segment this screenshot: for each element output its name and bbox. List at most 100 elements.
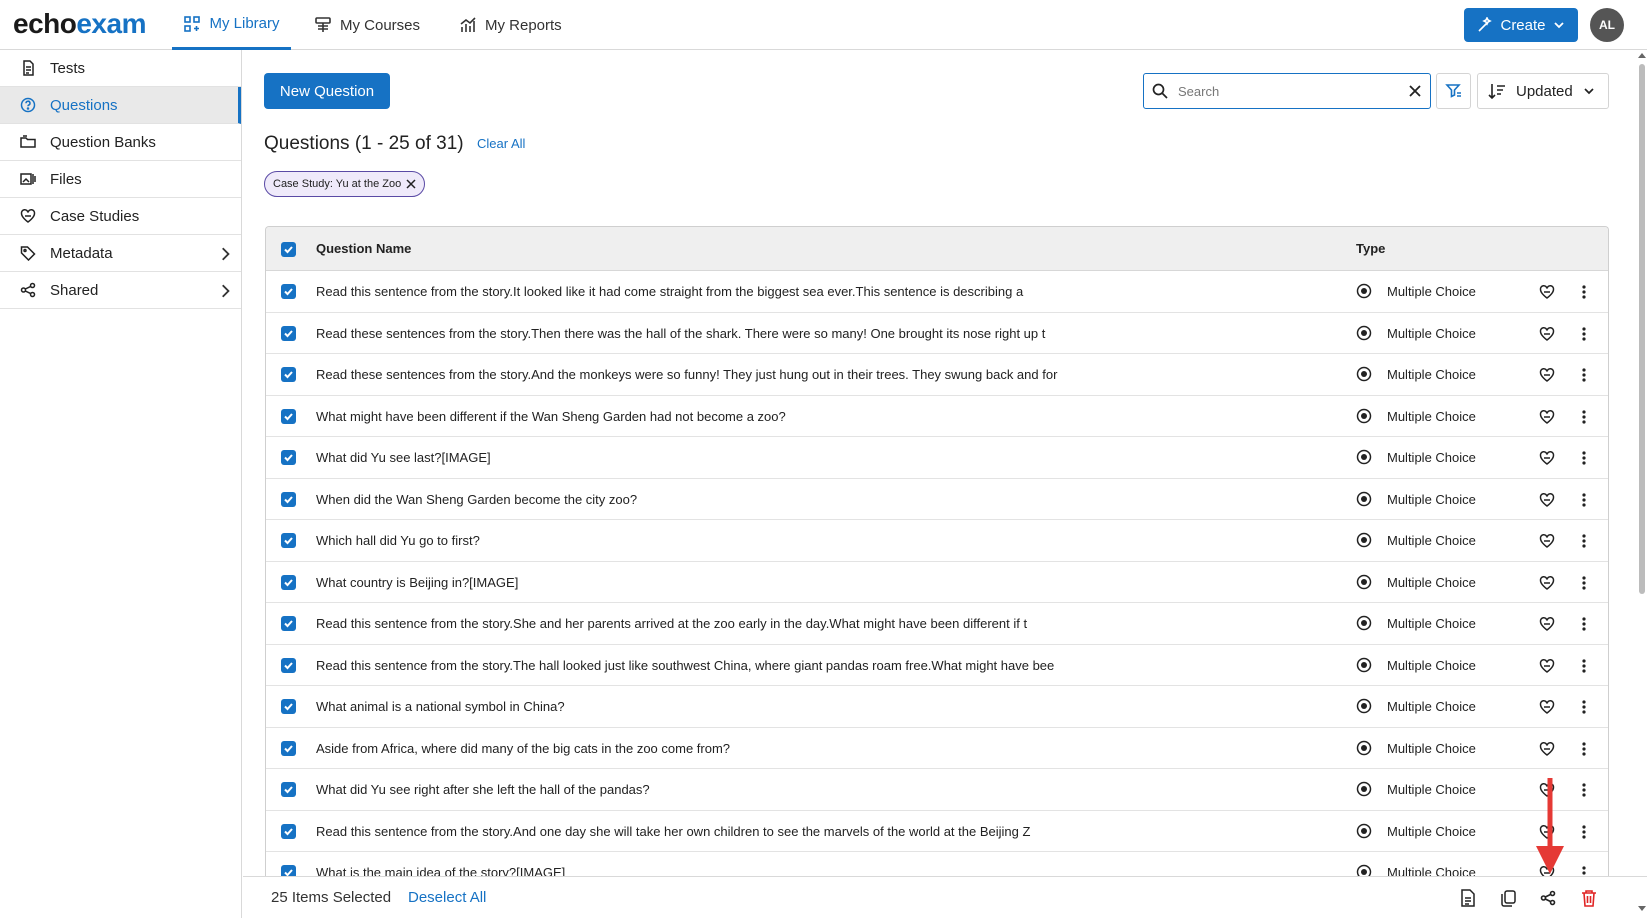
question-name[interactable]: What is the main idea of the story?[IMAG…: [316, 865, 1316, 876]
scroll-up-icon[interactable]: [1637, 52, 1647, 60]
row-checkbox[interactable]: [281, 574, 296, 590]
heart-link-icon[interactable]: [1539, 492, 1555, 508]
row-checkbox[interactable]: [281, 865, 296, 876]
question-name[interactable]: What animal is a national symbol in Chin…: [316, 699, 1316, 714]
heart-link-icon[interactable]: [1539, 409, 1555, 425]
heart-link-icon[interactable]: [1539, 658, 1555, 674]
more-options-icon[interactable]: [1574, 531, 1594, 551]
more-options-icon[interactable]: [1574, 697, 1594, 717]
more-options-icon[interactable]: [1574, 407, 1594, 427]
scroll-thumb[interactable]: [1639, 64, 1645, 594]
table-row[interactable]: Read this sentence from the story.And on…: [266, 811, 1608, 852]
heart-link-icon[interactable]: [1539, 533, 1555, 549]
trash-icon[interactable]: [1579, 888, 1599, 908]
table-row[interactable]: What is the main idea of the story?[IMAG…: [266, 852, 1608, 876]
row-checkbox[interactable]: [281, 740, 296, 756]
row-checkbox[interactable]: [281, 657, 296, 673]
table-row[interactable]: What animal is a national symbol in Chin…: [266, 686, 1608, 728]
row-checkbox[interactable]: [281, 782, 296, 797]
sidebar-item-metadata[interactable]: Metadata: [0, 235, 241, 272]
table-row[interactable]: Read these sentences from the story.And …: [266, 354, 1608, 396]
row-checkbox[interactable]: [281, 367, 296, 382]
tab-my-reports[interactable]: My Reports: [459, 0, 562, 50]
question-name[interactable]: Read these sentences from the story.Then…: [316, 326, 1316, 341]
more-options-icon[interactable]: [1574, 490, 1594, 510]
table-row[interactable]: What did Yu see last?[IMAGE] Multiple Ch…: [266, 437, 1608, 479]
sidebar-item-question-banks[interactable]: Question Banks: [0, 124, 241, 161]
more-options-icon[interactable]: [1574, 656, 1594, 676]
create-button[interactable]: Create: [1464, 8, 1578, 42]
search-input[interactable]: [1178, 83, 1408, 99]
select-all-checkbox[interactable]: [281, 242, 296, 257]
row-checkbox[interactable]: [281, 408, 296, 424]
more-options-icon[interactable]: [1574, 282, 1594, 302]
more-options-icon[interactable]: [1574, 822, 1594, 842]
row-checkbox[interactable]: [281, 823, 296, 839]
more-options-icon[interactable]: [1574, 324, 1594, 344]
row-checkbox[interactable]: [281, 533, 296, 548]
table-row[interactable]: What might have been different if the Wa…: [266, 396, 1608, 437]
table-row[interactable]: When did the Wan Sheng Garden become the…: [266, 479, 1608, 520]
filter-button[interactable]: [1436, 73, 1471, 109]
sidebar-item-tests[interactable]: Tests: [0, 50, 241, 87]
heart-link-icon[interactable]: [1539, 367, 1555, 383]
page-scrollbar[interactable]: [1637, 52, 1647, 918]
more-options-icon[interactable]: [1574, 739, 1594, 759]
table-row[interactable]: Read these sentences from the story.Then…: [266, 313, 1608, 354]
new-question-button[interactable]: New Question: [264, 73, 390, 109]
heart-link-icon[interactable]: [1539, 741, 1555, 757]
question-name[interactable]: What might have been different if the Wa…: [316, 409, 1316, 424]
more-options-icon[interactable]: [1574, 573, 1594, 593]
close-icon[interactable]: [1408, 84, 1422, 98]
more-options-icon[interactable]: [1574, 365, 1594, 385]
question-name[interactable]: What did Yu see right after she left the…: [316, 782, 1316, 797]
question-name[interactable]: When did the Wan Sheng Garden become the…: [316, 492, 1316, 507]
document-icon[interactable]: [1458, 888, 1478, 908]
question-name[interactable]: Read this sentence from the story.It loo…: [316, 284, 1316, 299]
table-row[interactable]: Which hall did Yu go to first? Multiple …: [266, 520, 1608, 562]
table-row[interactable]: Aside from Africa, where did many of the…: [266, 728, 1608, 769]
question-name[interactable]: Read these sentences from the story.And …: [316, 367, 1316, 382]
table-row[interactable]: What did Yu see right after she left the…: [266, 769, 1608, 811]
scroll-down-icon[interactable]: [1637, 904, 1647, 912]
question-name[interactable]: What country is Beijing in?[IMAGE]: [316, 575, 1316, 590]
table-row[interactable]: Read this sentence from the story.The ha…: [266, 645, 1608, 686]
question-name[interactable]: Read this sentence from the story.She an…: [316, 616, 1316, 631]
heart-link-icon[interactable]: [1539, 575, 1555, 591]
echoexam-logo[interactable]: echoexam: [13, 8, 146, 40]
question-name[interactable]: What did Yu see last?[IMAGE]: [316, 450, 1316, 465]
row-checkbox[interactable]: [281, 699, 296, 714]
heart-link-icon[interactable]: [1539, 616, 1555, 632]
sidebar-item-files[interactable]: Files: [0, 161, 241, 198]
clear-all-link[interactable]: Clear All: [477, 136, 525, 151]
row-checkbox[interactable]: [281, 491, 296, 507]
sort-dropdown[interactable]: Updated: [1477, 73, 1609, 109]
sidebar-item-case-studies[interactable]: Case Studies: [0, 198, 241, 235]
tab-my-library[interactable]: My Library: [172, 0, 291, 50]
share-icon[interactable]: [1538, 888, 1558, 908]
question-name[interactable]: Which hall did Yu go to first?: [316, 533, 1316, 548]
avatar[interactable]: AL: [1590, 8, 1624, 42]
more-options-icon[interactable]: [1574, 448, 1594, 468]
column-header-type[interactable]: Type: [1356, 241, 1385, 256]
more-options-icon[interactable]: [1574, 863, 1594, 876]
row-checkbox[interactable]: [281, 284, 296, 299]
row-checkbox[interactable]: [281, 450, 296, 465]
close-icon[interactable]: [406, 179, 416, 189]
tab-my-courses[interactable]: My Courses: [314, 0, 420, 50]
sidebar-item-questions[interactable]: Questions: [0, 87, 241, 124]
row-checkbox[interactable]: [281, 616, 296, 631]
question-name[interactable]: Read this sentence from the story.The ha…: [316, 658, 1316, 673]
heart-link-icon[interactable]: [1539, 284, 1555, 300]
filter-chip[interactable]: Case Study: Yu at the Zoo: [264, 171, 426, 197]
deselect-all-link[interactable]: Deselect All: [408, 889, 486, 906]
question-name[interactable]: Aside from Africa, where did many of the…: [316, 741, 1316, 756]
heart-link-icon[interactable]: [1539, 450, 1555, 466]
table-row[interactable]: Read this sentence from the story.She an…: [266, 603, 1608, 645]
sidebar-item-shared[interactable]: Shared: [0, 272, 241, 309]
heart-link-icon[interactable]: [1539, 699, 1555, 715]
column-header-name[interactable]: Question Name: [316, 241, 411, 256]
question-name[interactable]: Read this sentence from the story.And on…: [316, 824, 1316, 839]
row-checkbox[interactable]: [281, 325, 296, 341]
copy-icon[interactable]: [1498, 888, 1518, 908]
